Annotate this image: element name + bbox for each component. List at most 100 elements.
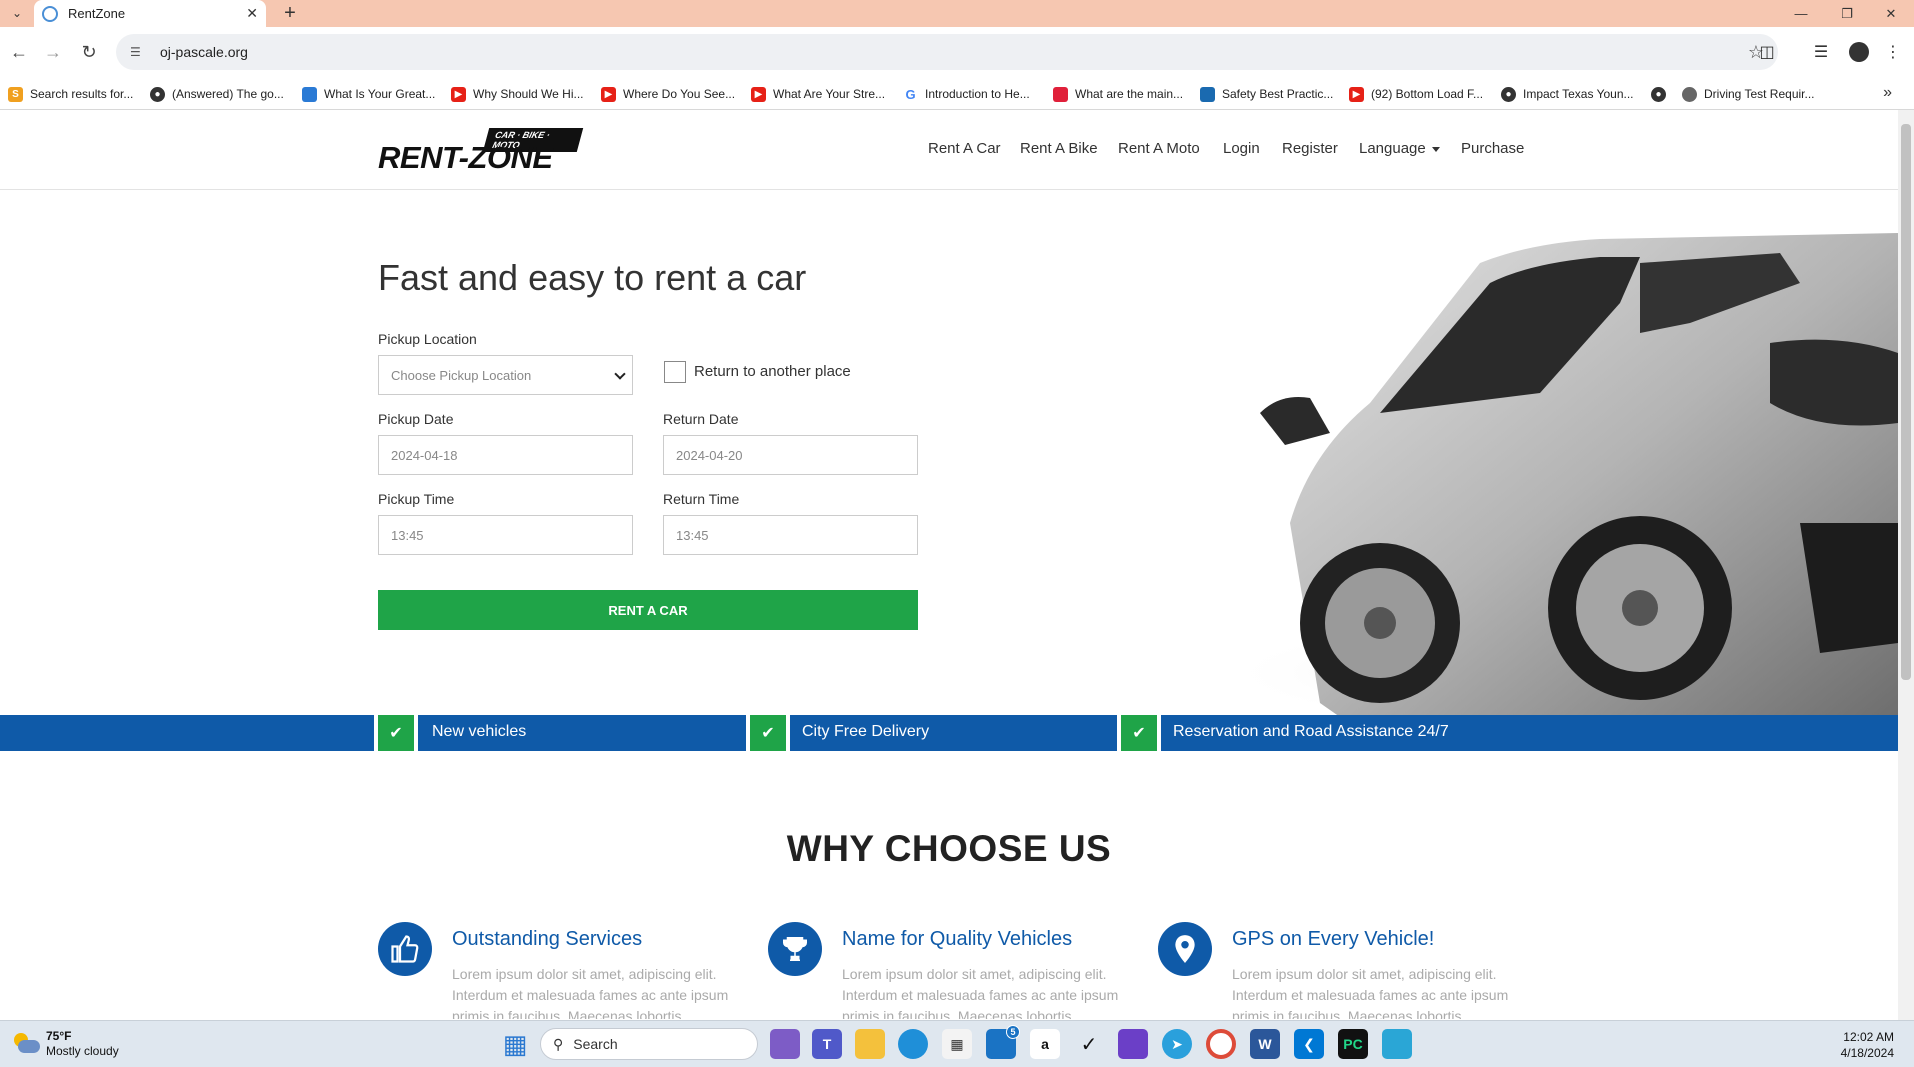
browser-menu-icon[interactable]: ⋮ — [1880, 39, 1906, 65]
bookmark-item[interactable]: ▶ (92) Bottom Load F... — [1349, 84, 1483, 104]
mail-icon[interactable]: 5 — [986, 1025, 1020, 1059]
file-explorer-icon[interactable] — [855, 1029, 885, 1059]
why-heading-services[interactable]: Outstanding Services — [452, 928, 642, 951]
notepad-icon[interactable] — [1382, 1029, 1412, 1059]
page-scrollbar[interactable] — [1898, 110, 1914, 1020]
copilot-icon[interactable] — [770, 1029, 800, 1059]
bookmark-item[interactable]: ● Impact Texas Youn... — [1501, 84, 1634, 104]
bookmark-label: What Are Your Stre... — [773, 87, 886, 101]
bookmark-label: Search results for... — [30, 87, 134, 101]
teams-icon[interactable]: T — [812, 1029, 842, 1059]
pickup-time-input[interactable]: 13:45 — [378, 515, 633, 555]
pickup-time-label: Pickup Time — [378, 491, 455, 507]
globe-icon: ● — [150, 86, 165, 102]
pickup-date-input[interactable]: 2024-04-18 — [378, 435, 633, 475]
url-text: oj-pascale.org — [160, 44, 248, 60]
pycharm-icon[interactable]: PC — [1338, 1029, 1368, 1059]
tab-search-chevron-icon[interactable]: ⌄ — [4, 1, 30, 25]
features-bar: ✔ New vehicles ✔ City Free Delivery ✔ Re… — [0, 715, 1898, 751]
new-tab-plus-icon[interactable]: + — [278, 0, 302, 27]
more-bookmarks-chevron-icon[interactable]: » — [1883, 84, 1892, 102]
bookmark-item[interactable]: ● (Answered) The go... — [150, 84, 284, 104]
profile-avatar-icon[interactable] — [1846, 39, 1872, 65]
bookmark-item[interactable]: Safety Best Practic... — [1200, 84, 1333, 104]
bookmark-item[interactable]: ▶ Where Do You See... — [601, 84, 735, 104]
nav-purchase[interactable]: Purchase — [1461, 140, 1524, 157]
pickup-location-select[interactable]: Choose Pickup Location — [378, 355, 633, 395]
youtube-icon: ▶ — [601, 86, 616, 102]
windows-start-icon[interactable]: ▦ — [500, 1029, 530, 1059]
taskbar-search-box[interactable]: ⚲ Search — [540, 1028, 758, 1060]
pickup-date-label: Pickup Date — [378, 411, 454, 427]
feature-new-vehicles: New vehicles — [432, 723, 527, 740]
amazon-icon[interactable]: a — [1030, 1029, 1060, 1059]
return-another-place-checkbox[interactable] — [664, 361, 686, 383]
logo-wordmark: RENT-ZONE — [378, 140, 553, 175]
check-icon: ✔ — [1121, 715, 1157, 751]
divider — [1157, 715, 1161, 751]
scrollbar-thumb[interactable] — [1901, 124, 1911, 680]
word-icon[interactable]: W — [1250, 1029, 1280, 1059]
return-date-input[interactable]: 2024-04-20 — [663, 435, 918, 475]
hero-section: Fast and easy to rent a car Pickup Locat… — [0, 191, 1898, 715]
bookmark-item[interactable]: What are the main... — [1053, 84, 1183, 104]
nav-rent-a-car[interactable]: Rent A Car — [928, 140, 1001, 157]
rent-zone-logo[interactable]: CAR · BIKE · MOTO RENT-ZONE — [378, 128, 584, 175]
back-arrow-icon[interactable]: ← — [6, 39, 32, 65]
divider — [414, 715, 418, 751]
vscode-icon[interactable]: ❮ — [1294, 1029, 1324, 1059]
why-heading-gps[interactable]: GPS on Every Vehicle! — [1232, 928, 1434, 951]
bookmark-item[interactable]: ▶ What Are Your Stre... — [751, 84, 885, 104]
bookmark-item[interactable]: ● — [1651, 84, 1673, 104]
browser-tab[interactable]: RentZone ✕ — [34, 0, 266, 27]
nav-rent-a-bike[interactable]: Rent A Bike — [1020, 140, 1098, 157]
site-info-icon[interactable]: ☰ — [130, 45, 148, 59]
bookmark-label: Introduction to He... — [925, 87, 1030, 101]
divider — [786, 715, 790, 751]
nav-login[interactable]: Login — [1223, 140, 1260, 157]
rent-a-car-button[interactable]: RENT A CAR — [378, 590, 918, 630]
windows-taskbar: 75°F Mostly cloudy ▦ ⚲ Search T ▦ 5 a ✓ … — [0, 1020, 1914, 1067]
bookmark-label: What are the main... — [1075, 87, 1184, 101]
close-window-icon[interactable]: ✕ — [1868, 0, 1914, 27]
forward-arrow-icon[interactable]: → — [40, 39, 66, 65]
telegram-icon[interactable]: ➤ — [1162, 1029, 1192, 1059]
restore-window-icon[interactable]: ❐ — [1824, 0, 1870, 27]
mail-badge: 5 — [1006, 1025, 1020, 1039]
bookmark-item[interactable]: S Search results for... — [8, 84, 133, 104]
edge-icon[interactable] — [898, 1029, 928, 1059]
system-clock[interactable]: 12:02 AM 4/18/2024 — [1841, 1029, 1894, 1061]
microsoft-store-icon[interactable]: ▦ — [942, 1029, 972, 1059]
youtube-icon: ▶ — [1349, 86, 1364, 102]
reload-icon[interactable]: ↻ — [76, 39, 102, 65]
why-heading-quality[interactable]: Name for Quality Vehicles — [842, 928, 1072, 951]
weather-widget[interactable]: 75°F Mostly cloudy — [12, 1029, 119, 1059]
bookmark-label: Impact Texas Youn... — [1523, 87, 1634, 101]
nav-register[interactable]: Register — [1282, 140, 1338, 157]
close-tab-icon[interactable]: ✕ — [246, 5, 258, 22]
return-date-label: Return Date — [663, 411, 739, 427]
address-bar[interactable]: ☰ oj-pascale.org ☆ — [116, 34, 1778, 70]
bookmark-label: Why Should We Hi... — [473, 87, 584, 101]
bookmark-label: (Answered) The go... — [172, 87, 284, 101]
extensions-puzzle-icon[interactable]: ◫ — [1754, 39, 1780, 65]
screen: ⌄ RentZone ✕ + — ❐ ✕ ← → ↻ ☰ oj-pascale.… — [0, 0, 1914, 1067]
chrome-icon[interactable] — [1206, 1029, 1236, 1059]
youtube-icon: ▶ — [451, 86, 466, 102]
bookmark-item[interactable]: Driving Test Requir... — [1682, 84, 1815, 104]
nav-rent-a-moto[interactable]: Rent A Moto — [1118, 140, 1200, 157]
caret-down-icon — [1431, 146, 1440, 152]
hero-title: Fast and easy to rent a car — [378, 257, 807, 298]
bookmark-item[interactable]: ▶ Why Should We Hi... — [451, 84, 583, 104]
return-time-input[interactable]: 13:45 — [663, 515, 918, 555]
bookmark-item[interactable]: G Introduction to He... — [903, 84, 1030, 104]
return-time-label: Return Time — [663, 491, 740, 507]
chevron-down-icon — [614, 368, 626, 380]
minimize-window-icon[interactable]: — — [1778, 0, 1824, 27]
media-controls-icon[interactable]: ☰ — [1808, 39, 1834, 65]
nav-language-dropdown[interactable]: Language — [1359, 140, 1440, 157]
lightning-app-icon[interactable]: ✓ — [1074, 1029, 1104, 1059]
bookmark-item[interactable]: What Is Your Great... — [302, 84, 435, 104]
browser-toolbar: ← → ↻ ☰ oj-pascale.org ☆ ◫ ☰ ⋮ — [0, 27, 1914, 77]
purple-app-icon[interactable] — [1118, 1029, 1148, 1059]
